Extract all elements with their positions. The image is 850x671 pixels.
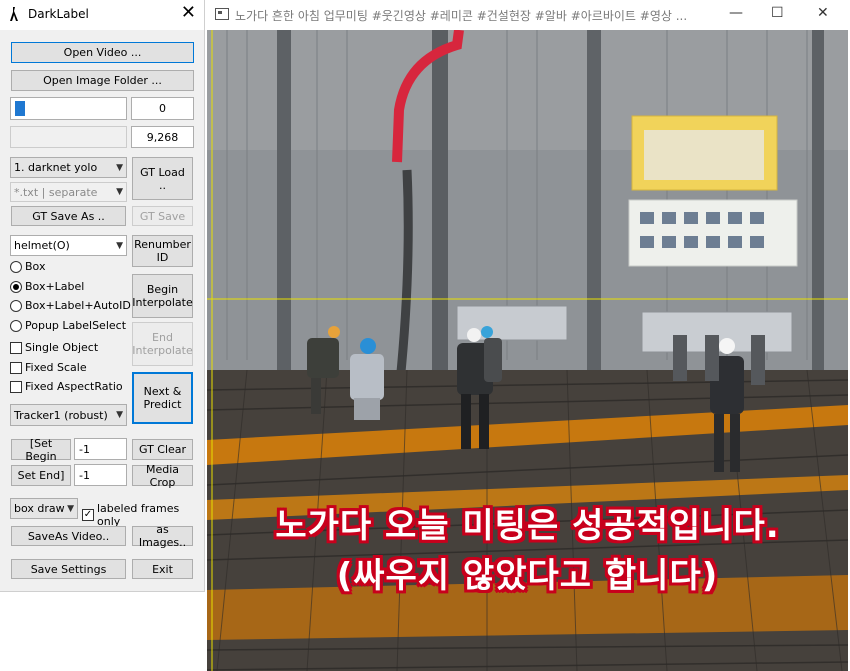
open-image-folder-button[interactable]: Open Image Folder ... — [11, 70, 194, 91]
mode-label: Box+Label — [25, 280, 85, 293]
next-predict-button[interactable]: Next & Predict — [132, 372, 193, 424]
subtitle-line-1: 노가다 오늘 미팅은 성공적입니다. — [275, 506, 780, 546]
video-window: 노가다 흔한 아침 업무미팅 #웃긴영상 #레미콘 #건설현장 #알바 #아르바… — [205, 0, 850, 671]
checkbox-label: Single Object — [25, 341, 99, 354]
save-settings-button[interactable]: Save Settings — [11, 559, 126, 579]
chevron-down-icon: ▼ — [116, 162, 123, 173]
tracker-select[interactable]: Tracker1 (robust) ▼ — [10, 404, 127, 426]
video-frame[interactable]: 노가다 오늘 미팅은 성공적입니다. (싸우지 않았다고 합니다) — [207, 30, 848, 671]
set-end-button[interactable]: Set End] — [11, 465, 71, 486]
label-select-value: helmet(O) — [14, 239, 70, 252]
darklabel-panel: DarkLabel ✕ Open Video ... Open Image Fo… — [0, 0, 205, 592]
chevron-down-icon: ▼ — [116, 187, 123, 197]
save-as-images-button[interactable]: as Images.. — [132, 523, 193, 549]
label-select[interactable]: helmet(O) ▼ — [10, 235, 127, 256]
checkbox-icon — [10, 380, 22, 393]
radio-icon — [10, 299, 22, 312]
set-begin-field[interactable]: -1 — [74, 438, 127, 460]
draw-mode-select-value: box draw — [14, 502, 65, 515]
window-app-icon — [215, 8, 229, 20]
open-video-button[interactable]: Open Video ... — [11, 42, 194, 63]
chevron-down-icon: ▼ — [67, 503, 74, 514]
frame-index-field[interactable]: 0 — [131, 97, 194, 120]
close-icon[interactable]: ✕ — [817, 5, 829, 21]
gt-load-button[interactable]: GT Load .. — [132, 157, 193, 200]
set-end-field[interactable]: -1 — [74, 464, 127, 486]
chevron-down-icon: ▼ — [116, 410, 123, 420]
mode-radio-box-label-autoid[interactable]: Box+Label+AutoID — [10, 299, 131, 312]
checkbox-icon — [10, 361, 22, 374]
save-as-video-button[interactable]: SaveAs Video.. — [11, 526, 126, 546]
single-object-checkbox[interactable]: Single Object — [10, 341, 98, 354]
mode-label: Box — [25, 260, 46, 273]
checkbox-icon — [10, 341, 22, 354]
app-logo-icon — [10, 7, 18, 21]
checkbox-label: Fixed AspectRatio — [25, 380, 123, 393]
video-title: 노가다 흔한 아침 업무미팅 #웃긴영상 #레미콘 #건설현장 #알바 #아르바… — [235, 9, 688, 23]
fixed-scale-checkbox[interactable]: Fixed Scale — [10, 361, 87, 374]
mode-radio-popup-labelselect[interactable]: Popup LabelSelect — [10, 319, 126, 332]
format-select-value: 1. darknet yolo — [14, 161, 98, 174]
mode-radio-box[interactable]: Box — [10, 260, 45, 273]
close-icon[interactable]: ✕ — [181, 3, 196, 23]
mode-radio-box-label[interactable]: Box+Label — [10, 280, 84, 293]
gt-save-as-button[interactable]: GT Save As .. — [11, 206, 126, 226]
app-title: DarkLabel — [28, 7, 89, 21]
checkbox-checked-icon: ✓ — [82, 509, 94, 521]
extension-select[interactable]: *.txt | separate ▼ — [10, 182, 127, 202]
maximize-icon[interactable]: ☐ — [771, 5, 784, 21]
minimize-icon[interactable]: — — [729, 5, 743, 21]
panel-titlebar: DarkLabel ✕ — [0, 0, 204, 30]
format-select[interactable]: 1. darknet yolo ▼ — [10, 157, 127, 178]
chevron-down-icon: ▼ — [116, 240, 123, 251]
mode-label: Popup LabelSelect — [25, 319, 127, 332]
renumber-id-button[interactable]: Renumber ID — [132, 235, 193, 267]
gt-save-button[interactable]: GT Save — [132, 206, 193, 226]
frame-count-field: 9,268 — [131, 126, 194, 148]
begin-interpolate-button[interactable]: Begin Interpolate — [132, 274, 193, 318]
checkbox-label: Fixed Scale — [25, 361, 87, 374]
subtitle-line-2: (싸우지 않았다고 합니다) — [336, 556, 719, 596]
frame-info-field — [10, 126, 127, 148]
frame-slider[interactable] — [10, 97, 127, 120]
draw-mode-select[interactable]: box draw ▼ — [10, 498, 78, 519]
radio-icon — [10, 319, 22, 332]
extension-select-value: *.txt | separate — [14, 185, 98, 199]
mode-label: Box+Label+AutoID — [25, 299, 131, 312]
media-crop-button[interactable]: Media Crop — [132, 463, 193, 489]
frame-slider-thumb[interactable] — [15, 101, 25, 116]
exit-button[interactable]: Exit — [132, 559, 193, 579]
fixed-aspectratio-checkbox[interactable]: Fixed AspectRatio — [10, 380, 123, 393]
set-begin-button[interactable]: [Set Begin — [11, 437, 71, 463]
gt-clear-button[interactable]: GT Clear — [132, 439, 193, 460]
radio-selected-icon — [10, 280, 22, 293]
end-interpolate-button[interactable]: End Interpolate — [132, 322, 193, 366]
radio-icon — [10, 260, 22, 273]
video-titlebar: 노가다 흔한 아침 업무미팅 #웃긴영상 #레미콘 #건설현장 #알바 #아르바… — [205, 0, 850, 30]
tracker-select-value: Tracker1 (robust) — [14, 408, 108, 422]
